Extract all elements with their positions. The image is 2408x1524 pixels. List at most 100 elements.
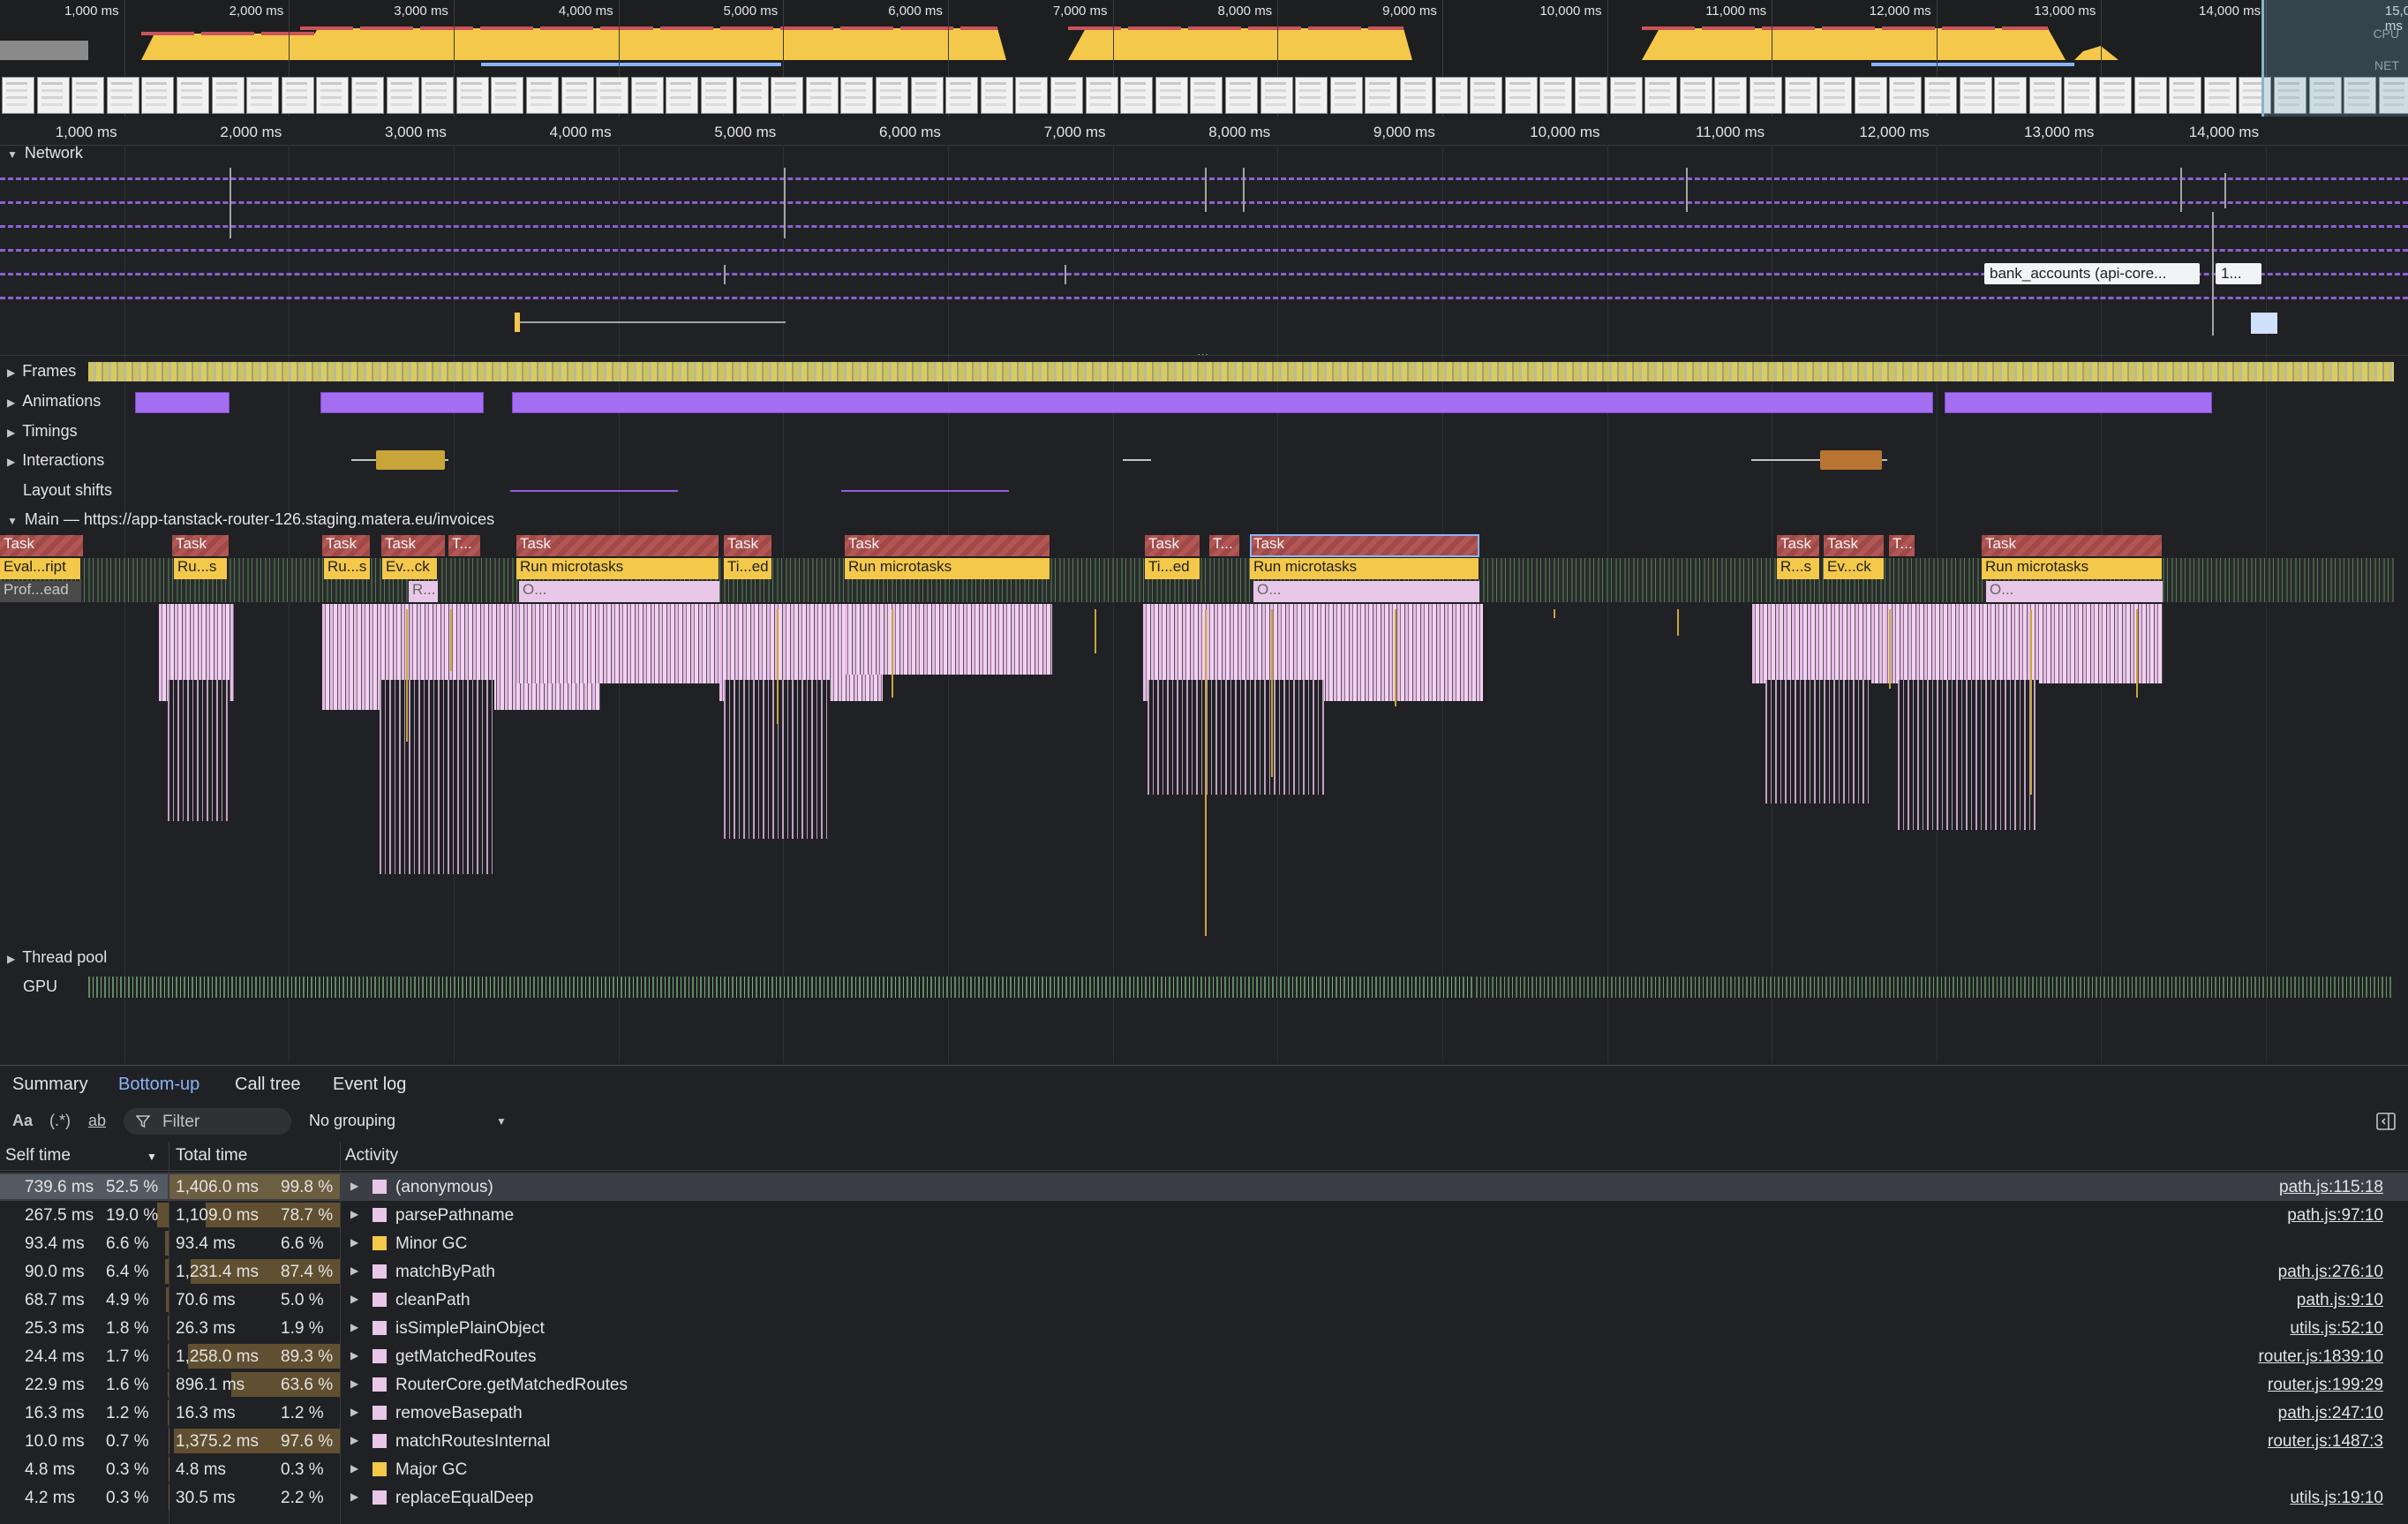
flame-stack-deep[interactable] [168, 680, 230, 821]
task-block[interactable]: Task [172, 535, 230, 556]
screenshot-thumbnail[interactable] [1644, 77, 1678, 114]
source-link[interactable]: router.js:1487:3 [2268, 1432, 2383, 1452]
flame-event[interactable]: O... [1253, 581, 1479, 602]
source-link[interactable]: utils.js:52:10 [2290, 1319, 2383, 1339]
toggle-sidebar-icon[interactable] [2376, 1112, 2396, 1131]
flame-event[interactable]: Prof...ead [0, 581, 81, 602]
flame-stack[interactable] [1885, 604, 2163, 683]
screenshot-thumbnail[interactable] [491, 77, 524, 114]
chevron-down-icon[interactable]: ▼ [496, 1115, 507, 1128]
track-resize-handle[interactable]: ... [1197, 344, 1208, 360]
screenshot-thumbnail[interactable] [36, 77, 70, 114]
table-row[interactable]: 90.0 ms 6.4 % 1,231.4 ms 87.4 % ▶ matchByPath… [0, 1257, 2408, 1286]
flame-stack-deep[interactable] [1898, 680, 2039, 830]
column-self-time[interactable]: Self time [5, 1146, 71, 1166]
screenshot-thumbnail[interactable] [1959, 77, 1992, 114]
source-link[interactable]: path.js:9:10 [2297, 1291, 2383, 1310]
tab-call-tree[interactable]: Call tree [235, 1075, 300, 1095]
flame-event[interactable]: O... [1986, 581, 2163, 602]
screenshot-thumbnail[interactable] [2099, 77, 2132, 114]
screenshot-thumbnail[interactable] [71, 77, 105, 114]
screenshot-thumbnail[interactable] [1190, 77, 1223, 114]
flame-stack[interactable] [845, 604, 1052, 675]
screenshot-thumbnail[interactable] [1085, 77, 1118, 114]
task-block[interactable]: Task [845, 535, 1050, 556]
task-block[interactable]: Task [381, 535, 446, 556]
expand-row-icon[interactable]: ▶ [350, 1406, 358, 1418]
screenshot-thumbnail[interactable] [561, 77, 594, 114]
flame-stack[interactable] [516, 604, 724, 683]
task-block[interactable]: Task [1777, 535, 1820, 556]
screenshot-thumbnail[interactable] [735, 77, 769, 114]
screenshot-thumbnail[interactable] [1539, 77, 1573, 114]
screenshot-thumbnail[interactable] [596, 77, 629, 114]
table-row[interactable]: 93.4 ms 6.6 % 93.4 ms 6.6 % ▶ Minor GC [0, 1229, 2408, 1257]
expand-row-icon[interactable]: ▶ [350, 1349, 358, 1362]
screenshot-thumbnail[interactable] [1434, 77, 1468, 114]
layout-shift-cluster[interactable] [841, 490, 1009, 492]
screenshot-thumbnail[interactable] [246, 77, 280, 114]
network-request-chip[interactable]: bank_accounts (api-core... [1984, 263, 2200, 284]
table-row[interactable]: 68.7 ms 4.9 % 70.6 ms 5.0 % ▶ cleanPath path.j… [0, 1286, 2408, 1314]
table-row[interactable]: 16.3 ms 1.2 % 16.3 ms 1.2 % ▶ removeBasepath p… [0, 1399, 2408, 1427]
screenshot-thumbnail[interactable] [1575, 77, 1607, 114]
screenshot-thumbnail[interactable] [1050, 77, 1083, 114]
screenshot-thumbnail[interactable] [2133, 77, 2167, 114]
interaction-bar[interactable] [1820, 450, 1882, 470]
expand-row-icon[interactable]: ▶ [350, 1236, 358, 1249]
tab-event-log[interactable]: Event log [333, 1075, 406, 1095]
screenshot-thumbnail[interactable] [840, 77, 874, 114]
screenshot-thumbnail[interactable] [1819, 77, 1853, 114]
screenshot-thumbnail[interactable] [1470, 77, 1503, 114]
flame-event[interactable]: Ti...ed [1145, 558, 1200, 579]
screenshot-thumbnail[interactable] [1854, 77, 1887, 114]
screenshot-thumbnail[interactable] [211, 77, 245, 114]
screenshot-thumbnail[interactable] [1260, 77, 1293, 114]
source-link[interactable]: router.js:199:29 [2268, 1376, 2383, 1395]
flame-event[interactable]: O... [519, 581, 719, 602]
animation-bar[interactable] [320, 392, 484, 413]
task-block[interactable]: Task [322, 535, 371, 556]
screenshot-thumbnail[interactable] [1504, 77, 1538, 114]
screenshot-thumbnail[interactable] [1295, 77, 1328, 114]
expand-row-icon[interactable]: ▶ [350, 1180, 358, 1192]
source-link[interactable]: router.js:1839:10 [2258, 1347, 2383, 1367]
animation-bar[interactable] [135, 392, 230, 413]
screenshot-thumbnail[interactable] [177, 77, 209, 114]
table-row[interactable]: 267.5 ms 19.0 % 1,109.0 ms 78.7 % ▶ parsePath… [0, 1201, 2408, 1229]
screenshot-thumbnail[interactable] [1714, 77, 1748, 114]
screenshot-thumbnail[interactable] [980, 77, 1013, 114]
animation-bar[interactable] [512, 392, 1933, 413]
screenshot-thumbnail[interactable] [1609, 77, 1643, 114]
screenshot-thumbnail[interactable] [421, 77, 455, 114]
flame-stack-deep[interactable] [1765, 680, 1871, 803]
screenshot-thumbnail[interactable] [2169, 77, 2202, 114]
track-animations[interactable]: Animations [7, 392, 101, 411]
selected-task-outline[interactable] [1250, 534, 1479, 557]
grouping-select[interactable]: No grouping [309, 1112, 395, 1130]
animation-bar[interactable] [1945, 392, 2212, 413]
screenshot-thumbnail[interactable] [910, 77, 944, 114]
table-row[interactable]: 25.3 ms 1.8 % 26.3 ms 1.9 % ▶ isSimplePlainOb… [0, 1314, 2408, 1342]
source-link[interactable]: utils.js:19:10 [2290, 1489, 2383, 1508]
overview-selection-window[interactable] [2261, 0, 2408, 117]
expand-row-icon[interactable]: ▶ [350, 1462, 358, 1475]
source-link[interactable]: path.js:115:18 [2279, 1178, 2383, 1197]
task-block[interactable]: Task [1824, 535, 1885, 556]
flame-event[interactable]: Run microtasks [1982, 558, 2163, 579]
track-layout-shifts[interactable]: Layout shifts [23, 481, 112, 500]
screenshot-thumbnail[interactable] [351, 77, 384, 114]
tab-bottom-up[interactable]: Bottom-up [118, 1075, 200, 1104]
match-case-button[interactable]: Aa [12, 1112, 33, 1130]
task-block[interactable]: T... [1889, 535, 1915, 556]
table-row[interactable]: 739.6 ms 52.5 % 1,406.0 ms 99.8 % ▶ (anonymou… [0, 1173, 2408, 1201]
track-main[interactable]: Main — https://app-tanstack-router-126.s… [7, 510, 494, 529]
screenshot-thumbnail[interactable] [106, 77, 139, 114]
filter-input[interactable] [161, 1111, 288, 1134]
screenshot-thumbnail[interactable] [876, 77, 908, 114]
screenshot-thumbnail[interactable] [2203, 77, 2237, 114]
flame-event[interactable]: Run microtasks [845, 558, 1050, 579]
flame-event[interactable]: Ru...s [174, 558, 228, 579]
interaction-bar[interactable] [376, 450, 445, 470]
task-block[interactable]: Task [724, 535, 772, 556]
